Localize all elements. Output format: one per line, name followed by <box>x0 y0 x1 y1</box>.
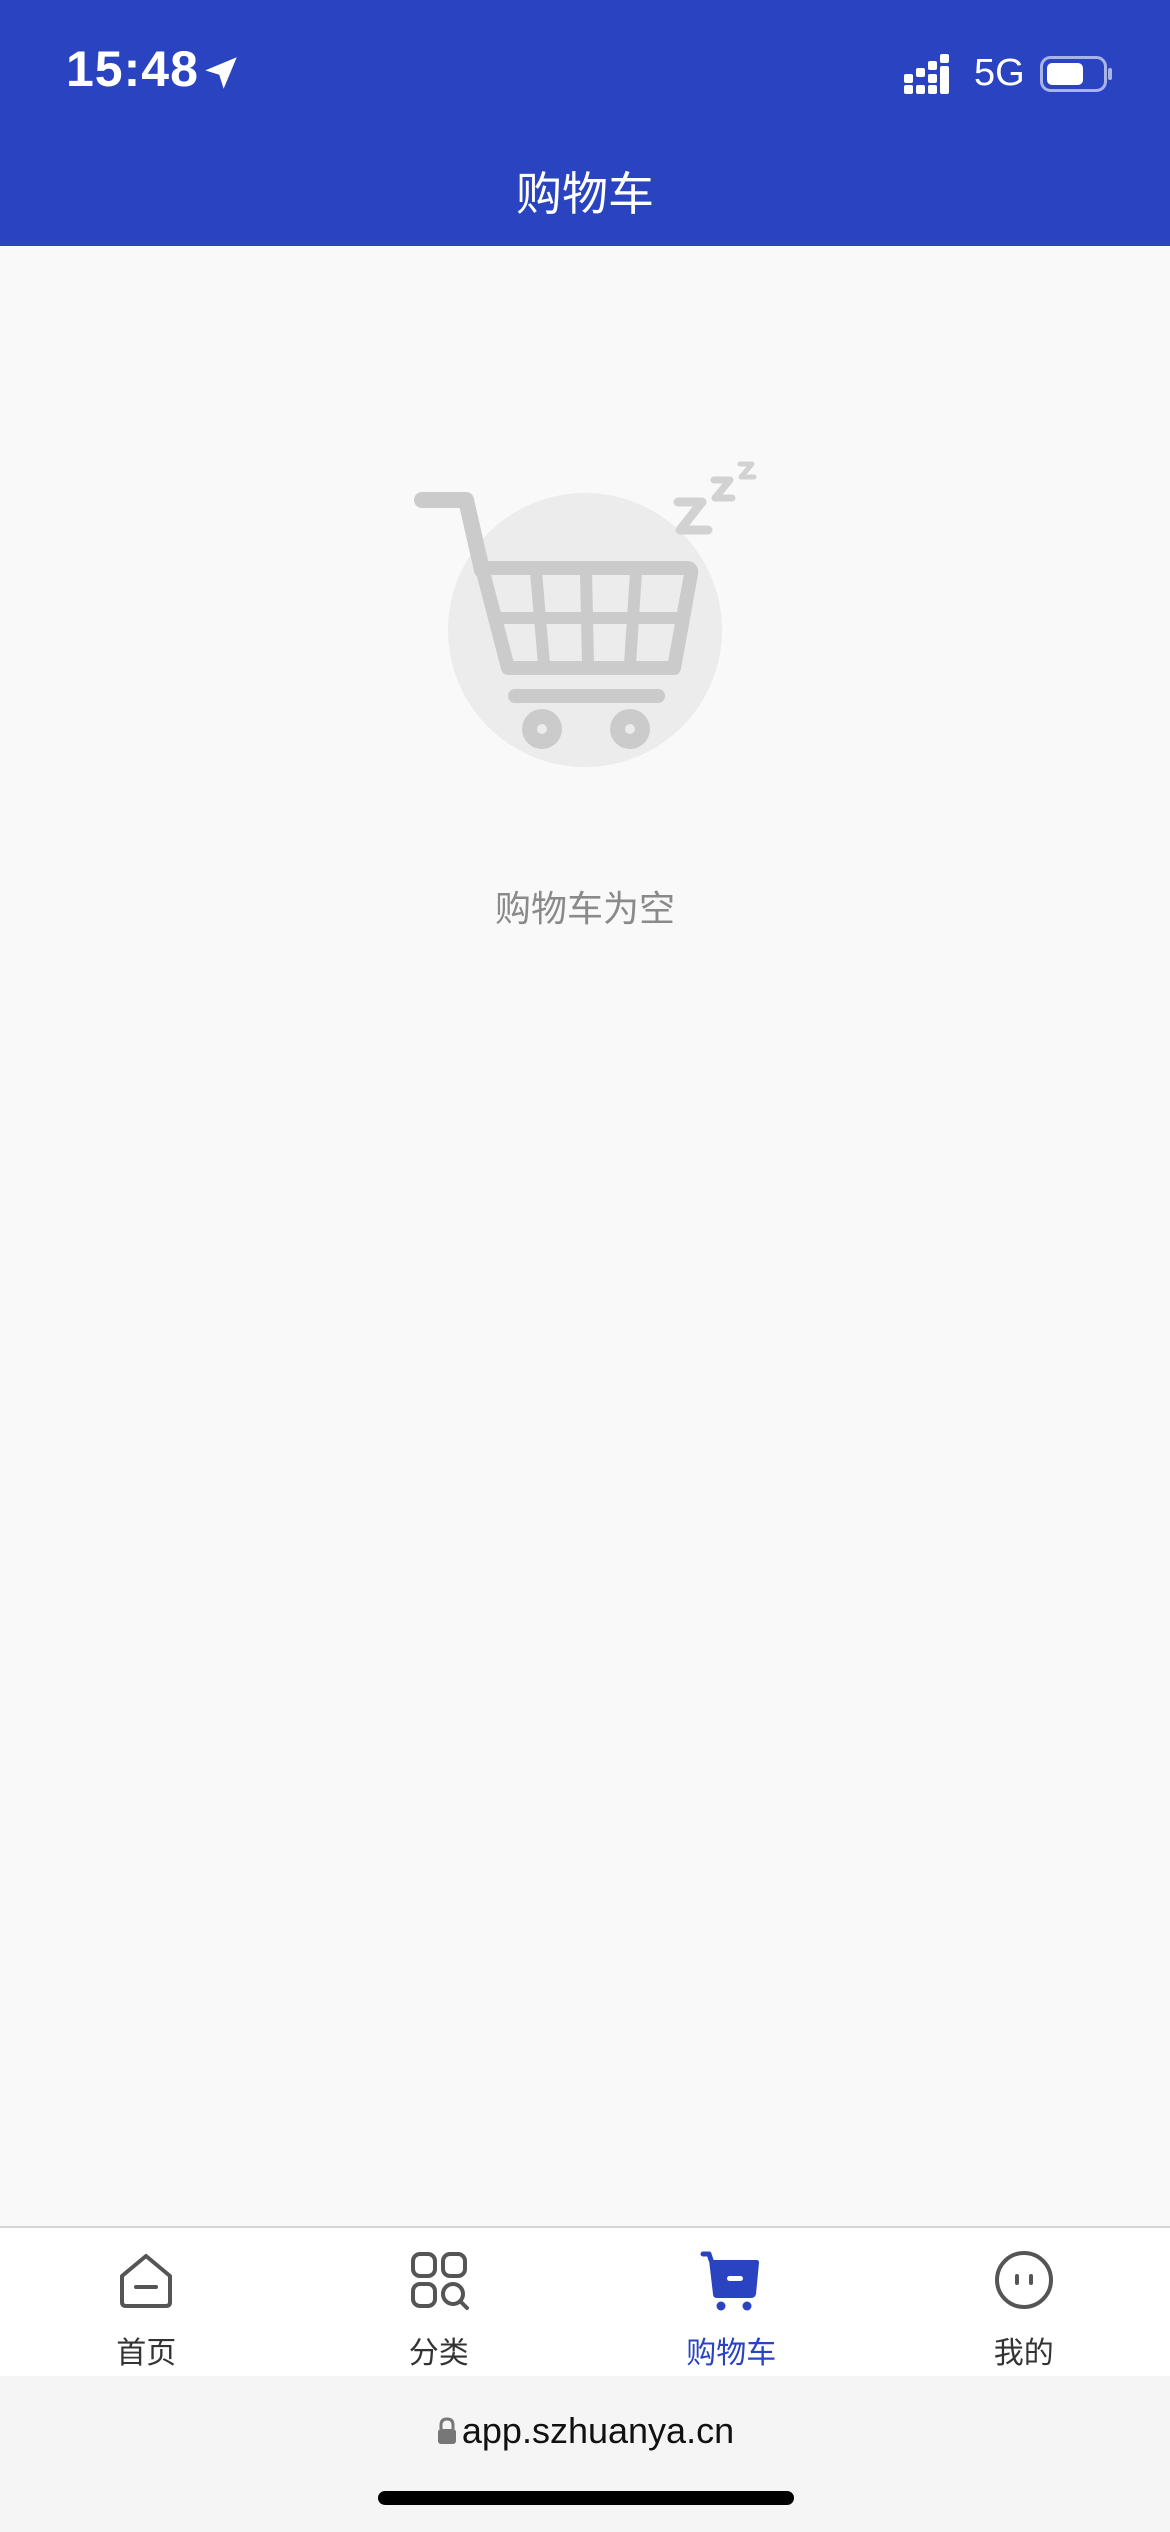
network-label: 5G <box>974 52 1025 94</box>
page-title: 购物车 <box>516 167 654 221</box>
profile-icon <box>994 2251 1053 2309</box>
battery-icon <box>1040 56 1112 92</box>
tab-home[interactable]: 首页 <box>0 2228 293 2378</box>
status-bar: 15:48 5G <box>0 0 1170 140</box>
empty-cart-message: 购物车为空 <box>494 889 675 930</box>
sleeping-cart-icon <box>414 461 757 767</box>
tab-cart[interactable]: 购物车 <box>585 2228 878 2378</box>
location-arrow-icon <box>205 57 237 89</box>
tab-category[interactable]: 分类 <box>293 2228 586 2378</box>
cart-screen: 15:48 5G 购物车 购物车为空 首页 分类 购物车 我的 app.szhu… <box>0 0 1170 2532</box>
status-time: 15:48 <box>66 41 199 97</box>
browser-url-bar[interactable]: app.szhuanya.cn <box>0 2376 1170 2532</box>
tab-bar: 首页 分类 购物车 我的 <box>0 2226 1170 2378</box>
tab-home-label: 首页 <box>116 2336 177 2371</box>
signal-icon <box>904 54 949 94</box>
category-icon <box>410 2252 469 2310</box>
tab-profile[interactable]: 我的 <box>878 2228 1170 2378</box>
home-icon <box>120 2254 173 2308</box>
tab-category-label: 分类 <box>408 2336 469 2371</box>
app-header: 15:48 5G 购物车 <box>0 0 1170 246</box>
cart-icon <box>700 2251 760 2311</box>
url-text: app.szhuanya.cn <box>461 2410 735 2451</box>
home-indicator <box>378 2491 794 2505</box>
url-container[interactable]: app.szhuanya.cn <box>0 2410 1170 2452</box>
tab-profile-label: 我的 <box>993 2336 1054 2371</box>
tab-cart-label: 购物车 <box>686 2336 777 2371</box>
lock-icon <box>437 2417 456 2444</box>
